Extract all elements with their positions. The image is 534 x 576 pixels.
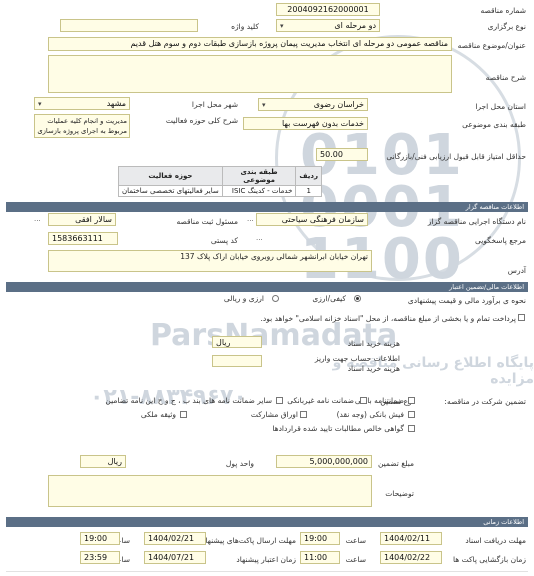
opening-time: 11:00 [300,551,340,564]
organizer-field: سازمان فرهنگی سیاحتی [256,213,368,226]
validity-time: 23:59 [80,551,120,564]
contact-field: سالار افقی [48,213,116,226]
amount-field: 5,000,000,000 [276,455,372,468]
contact-more[interactable]: ... [34,215,41,223]
option-bond: اوراق مشارکت [250,410,298,419]
opening-label: زمان بازگشایی پاکت ها [452,555,526,564]
payment-note: پرداخت تمام و یا بخشی از مبلغ مناقصه، از… [260,314,516,323]
min-score-field: 50.00 [316,148,368,161]
notes-label: توضیحات [385,489,414,498]
notes-field [48,475,372,507]
postal-code-label: کد پستی [210,236,238,245]
subject-field[interactable]: مناقصه عمومی دو مرحله ای انتخاب مدیریت پ… [48,37,452,51]
organizer-label: نام دستگاه اجرایی مناقصه گزار [427,217,526,226]
account-info-label: اطلاعات حساب جهت واریز هزینه خرید اسناد [314,354,400,373]
chevron-down-icon: ▾ [280,22,284,30]
option-deposit: فیش بانکی (وجه نقد) [336,410,404,419]
checkbox-icon[interactable] [300,411,307,418]
min-score-label: حداقل امتیاز قابل قبول ارزیابی فنی/بازرگ… [386,152,526,161]
radio-icon[interactable] [272,295,279,302]
section-financial: اطلاعات مالی/تضمین اعتبار [6,282,528,292]
checkbox-icon[interactable] [180,411,187,418]
send-deadline-time: 19:00 [80,532,120,545]
participation-guarantee-label: تضمین شرکت در مناقصه: [444,397,526,406]
checkbox-icon[interactable] [408,397,415,404]
city-select[interactable]: مشهد ▾ [34,97,130,110]
checkbox-icon[interactable] [276,397,283,404]
cell-activity: سایر فعالیتهای تخصصی ساختمان [118,185,223,197]
section-organizer: اطلاعات مناقصه گزار [6,202,528,212]
reference-label: مرجع پاسخگویی [474,236,526,245]
keyword-label: کلید واژه [231,22,259,31]
city-label: شهر محل اجرا [191,100,238,109]
col-row: ردیف [295,166,322,186]
validity-date: 1404/07/21 [144,551,206,564]
address-value: تهران خیابان ابرانشهر شمالی روبروی خیابا… [180,252,368,261]
checkbox-icon[interactable] [518,314,525,321]
option-receivables: گواهی خالص مطالبات تایید شده قراردادها [272,424,404,433]
amount-label: مبلغ تضمین [377,459,414,468]
option-quality-cost: کیفی/ارزی [312,294,346,303]
option-quality-only: ارزی و ریالی [223,294,264,303]
description-label: شرح مناقصه [485,73,526,82]
evaluation-label: نحوه ی برآورد مالی و قیمت پیشنهادی [407,296,526,305]
keyword-field[interactable] [60,19,198,32]
checkbox-icon[interactable] [360,397,367,404]
scope-value: مدیریت و انجام کلیه عملیات مربوط به اجرا… [37,117,127,135]
scope-field: مدیریت و انجام کلیه عملیات مربوط به اجرا… [34,114,130,138]
doc-fee-field: ریال [212,336,262,348]
opening-date: 1404/02/22 [380,551,442,564]
unit-field: ریال [80,455,126,468]
doc-deadline-label: مهلت دریافت اسناد [465,536,526,545]
organizer-more[interactable]: ... [247,215,254,223]
radio-icon[interactable] [354,295,361,302]
doc-deadline-time: 19:00 [300,532,340,545]
cell-category: خدمات - کدینگ ISIC [221,185,297,197]
category-label: طبقه بندی موضوعی [462,120,526,129]
scope-label: شرح کلی حوزه فعالیت [165,116,238,125]
send-deadline-date: 1404/02/21 [144,532,206,545]
subject-label: عنوان/موضوع مناقصه [457,41,526,50]
chevron-down-icon: ▾ [262,101,266,109]
doc-deadline-time-label: ساعت [345,536,366,545]
checkbox-icon[interactable] [408,411,415,418]
validity-label: زمان اعتبار پیشنهاد [236,555,296,564]
postal-code-field: 1583663111 [48,232,118,245]
address-label: آدرس [507,266,526,275]
description-field[interactable] [48,55,452,93]
bottom-divider [6,571,528,572]
tender-number-field: 2004092162000001 [276,3,380,16]
cell-row: 1 [295,185,322,197]
doc-fee-currency: ریال [216,338,231,347]
send-deadline-label: مهلت ارسال پاکت‌های پیشنهاد [201,536,296,545]
chevron-down-icon: ▾ [38,100,42,108]
contact-label: مسئول ثبت مناقصه [176,217,238,226]
section-time: اطلاعات زمانی [6,517,528,527]
procedure-type-value: دو مرحله ای [334,21,376,30]
doc-deadline-date: 1404/02/11 [380,532,442,545]
address-field: تهران خیابان ابرانشهر شمالی روبروی خیابا… [48,250,372,272]
activity-table-header: ردیف طبقه بندی موضوعی حوزه فعالیت [118,166,322,186]
unit-label: واحد پول [225,459,254,468]
city-value: مشهد [106,99,126,108]
option-other: ضمانت نامه غیربانکی [287,396,354,405]
col-activity: حوزه فعالیت [118,166,223,186]
province-label: استان محل اجرا [475,102,526,111]
procedure-type-select[interactable]: دو مرحله ای ▾ [276,19,380,32]
col-category: طبقه بندی موضوعی [221,166,297,186]
option-securities: سایر ضمانت نامه های بند ب ، ج و ح این نا… [105,396,272,405]
account-info-field [212,355,262,367]
opening-time-label: ساعت [345,555,366,564]
procedure-type-label: نوع برگزاری [487,22,526,31]
reference-more[interactable]: ... [256,234,263,242]
table-row: 1 خدمات - کدینگ ISIC سایر فعالیتهای تخصص… [118,185,322,197]
category-field: خدمات بدون فهرست بها [243,117,368,130]
tender-number-label: شماره مناقصه [480,6,526,15]
province-select[interactable]: خراسان رضوی ▾ [258,98,368,111]
doc-fee-label: هزینه خرید اسناد [347,339,400,348]
checkbox-icon[interactable] [408,425,415,432]
option-property: وثیقه ملکی [140,410,176,419]
province-value: خراسان رضوی [313,100,364,109]
activity-table: ردیف طبقه بندی موضوعی حوزه فعالیت 1 خدما… [118,166,322,197]
